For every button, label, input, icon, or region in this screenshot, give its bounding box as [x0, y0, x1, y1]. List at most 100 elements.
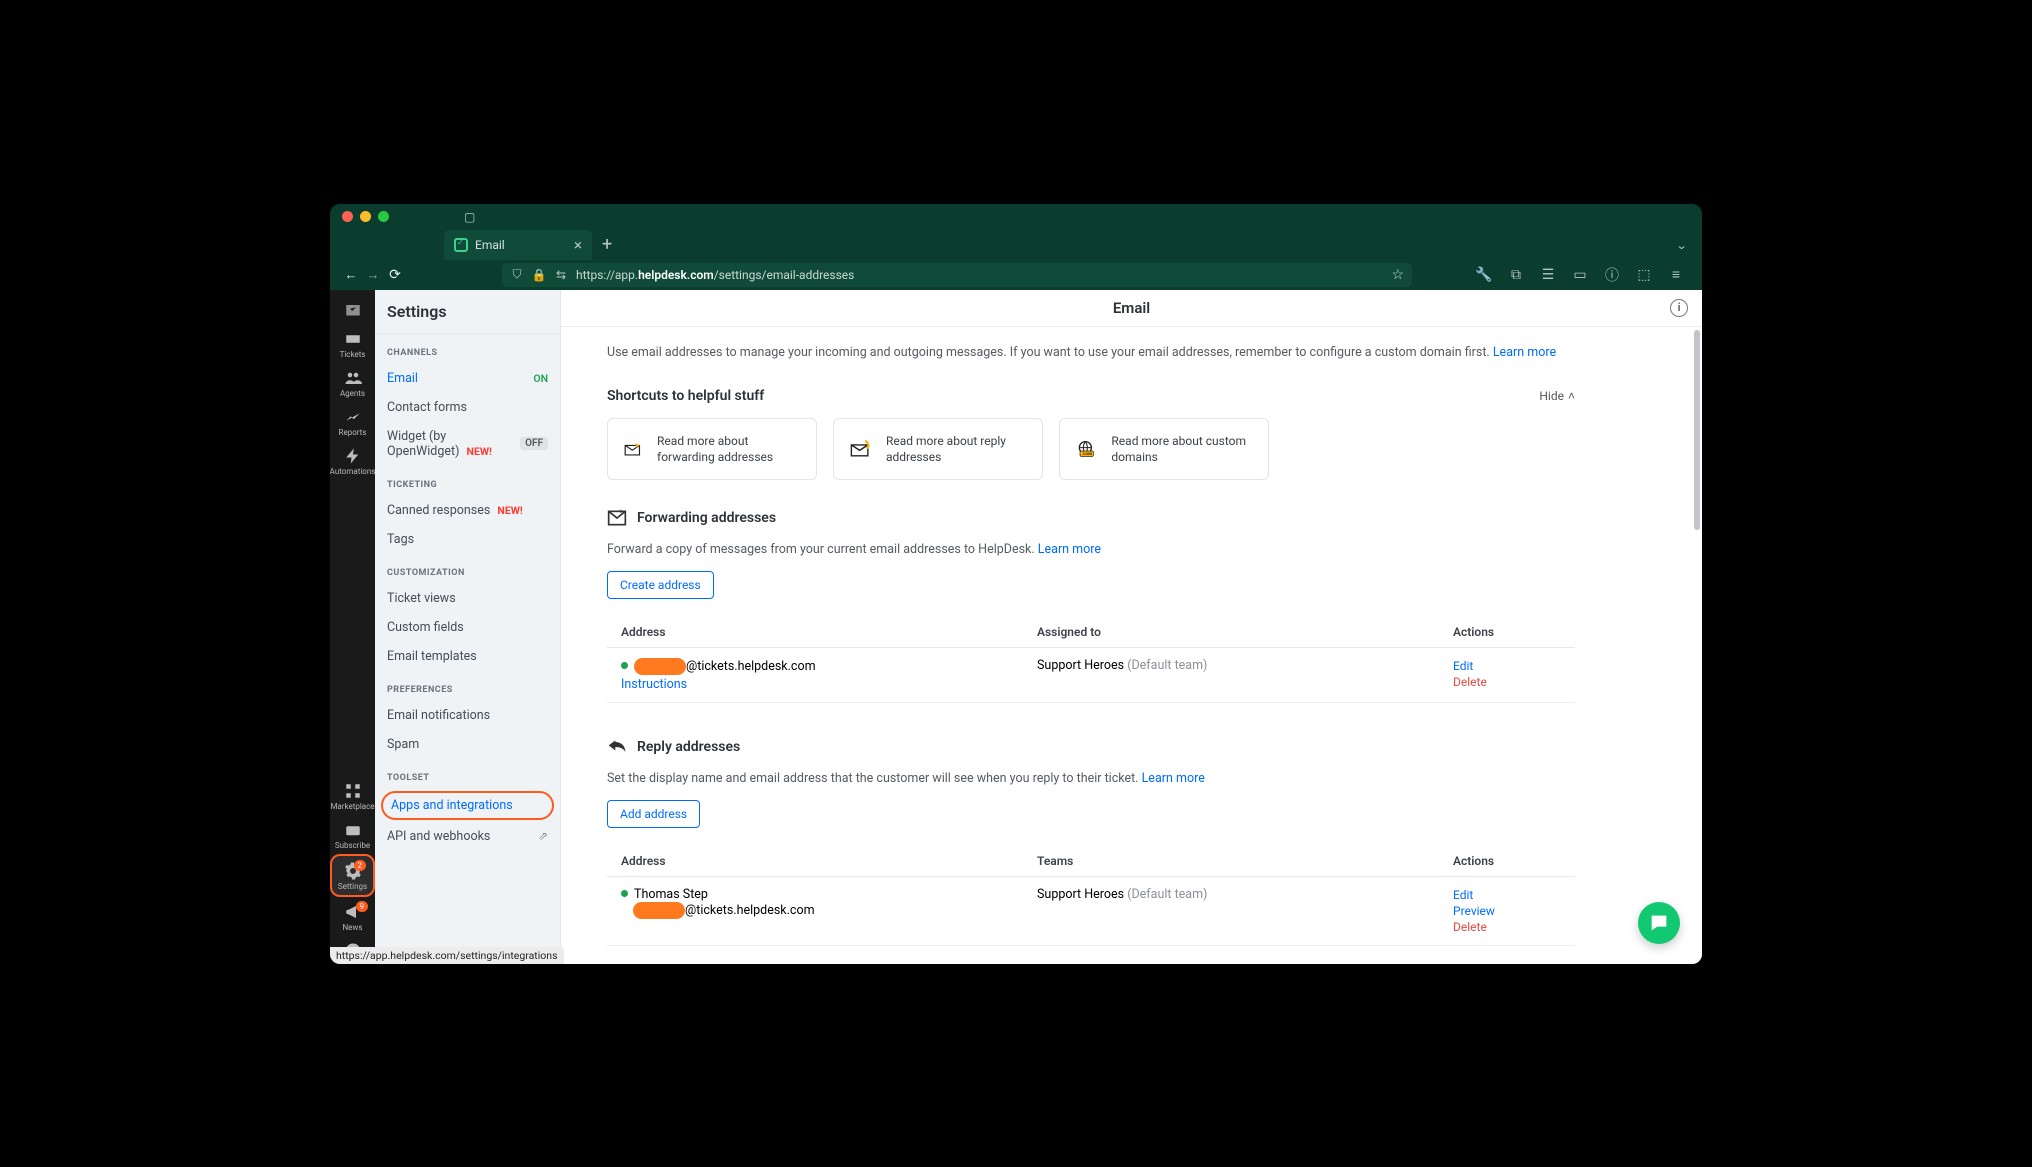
instructions-link[interactable]: Instructions	[621, 677, 1037, 692]
rail-item-settings[interactable]: 2Settings	[330, 854, 375, 897]
forwarding-table: Address Assigned to Actions @tickets.hel…	[607, 617, 1575, 703]
reader-icon[interactable]: ▭	[1572, 267, 1588, 283]
forwarding-icon	[624, 437, 643, 461]
forwarding-section-icon	[607, 508, 627, 528]
tabs-dropdown-icon[interactable]: ⌄	[1675, 239, 1687, 252]
table-head: Address Assigned to Actions	[607, 617, 1575, 648]
table-head: Address Teams Actions	[607, 846, 1575, 877]
tracking-shield-icon[interactable]: ⛉	[510, 267, 524, 282]
external-link-icon: ⇗	[538, 829, 548, 843]
preview-link[interactable]: Preview	[1453, 903, 1495, 919]
sidebar-item-ticket-views[interactable]: Ticket views	[375, 584, 560, 613]
reply-title: Reply addresses	[607, 737, 1575, 757]
sidebar-item-email-notifications[interactable]: Email notifications	[375, 701, 560, 730]
card-forwarding[interactable]: Read more about forwarding addresses	[607, 418, 817, 480]
rail-item-tickets[interactable]: Tickets	[330, 324, 375, 363]
helpdesk-favicon-icon	[454, 238, 468, 252]
content-area: Email i Use email addresses to manage yo…	[561, 290, 1702, 964]
section-label-preferences: PREFERENCES	[375, 671, 560, 701]
menu-icon[interactable]: ≡	[1668, 267, 1684, 283]
hide-toggle[interactable]: Hide ˄	[1539, 389, 1575, 403]
section-label-channels: CHANNELS	[375, 334, 560, 364]
tab-title: Email	[475, 238, 505, 252]
sidebar-item-email-templates[interactable]: Email templates	[375, 642, 560, 671]
sidebar-item-tags[interactable]: Tags	[375, 525, 560, 554]
create-address-button[interactable]: Create address	[607, 571, 714, 599]
chat-icon	[1648, 912, 1670, 934]
delete-link[interactable]: Delete	[1453, 674, 1487, 690]
window-zoom-button[interactable]	[378, 211, 389, 222]
add-address-button[interactable]: Add address	[607, 800, 700, 828]
settings-header: Settings	[375, 290, 560, 334]
nav-back-button[interactable]: ←	[340, 267, 362, 283]
reply-section-icon	[607, 737, 627, 757]
window-close-button[interactable]	[342, 211, 353, 222]
reply-icon	[850, 437, 872, 461]
rail-item-agents[interactable]: Agents	[330, 363, 375, 402]
rail-item-automations[interactable]: Automations	[330, 441, 375, 480]
status-dot-icon	[621, 890, 628, 897]
info-icon[interactable]: i	[1670, 299, 1688, 317]
sidebar-item-apps-integrations[interactable]: Apps and integrations	[381, 791, 554, 820]
table-row[interactable]: @tickets.helpdesk.com Instructions Suppo…	[607, 648, 1575, 702]
sidebar-item-custom-fields[interactable]: Custom fields	[375, 613, 560, 642]
page-title: Email	[1113, 299, 1150, 317]
section-label-toolset: TOOLSET	[375, 759, 560, 789]
card-reply[interactable]: Read more about reply addresses	[833, 418, 1043, 480]
learn-more-link[interactable]: Learn more	[1493, 345, 1556, 360]
rail-item-subscribe[interactable]: Subscribe	[330, 815, 375, 854]
settings-badge: 2	[354, 860, 367, 871]
lock-icon[interactable]: 🔒	[532, 268, 546, 282]
edit-link[interactable]: Edit	[1453, 887, 1473, 903]
nav-reload-button[interactable]: ⟳	[384, 267, 406, 283]
extensions-icon[interactable]: ⬚	[1636, 267, 1652, 283]
section-label-ticketing: TICKETING	[375, 466, 560, 496]
table-row[interactable]: Thomas Step @tickets.helpdesk.com Suppor…	[607, 877, 1575, 946]
sidebar-item-contact-forms[interactable]: Contact forms	[375, 393, 560, 422]
learn-more-link[interactable]: Learn more	[1142, 771, 1205, 786]
content-scrollbar[interactable]	[1694, 330, 1700, 958]
intro-text: Use email addresses to manage your incom…	[607, 345, 1575, 360]
status-dot-icon	[621, 662, 628, 669]
edit-link[interactable]: Edit	[1453, 658, 1473, 674]
permissions-icon[interactable]: ⇆	[554, 268, 568, 282]
rail-logo[interactable]	[330, 296, 375, 324]
toolbar: ← → ⟳ ⛉ 🔒 ⇆ https://app.helpdesk.com/set…	[330, 260, 1702, 290]
window-minimize-button[interactable]	[360, 211, 371, 222]
sidebar-item-spam[interactable]: Spam	[375, 730, 560, 759]
sidebar-item-canned[interactable]: Canned responses NEW!	[375, 496, 560, 525]
nav-forward-button[interactable]: →	[362, 267, 384, 283]
browser-window: ▢ ⌄ Email × + ← → ⟳ ⛉ 🔒 ⇆ https://app.he…	[330, 204, 1702, 964]
shortcuts-title-row: Shortcuts to helpful stuff Hide ˄	[607, 388, 1575, 404]
pocket-icon[interactable]: ⧉	[1508, 267, 1524, 283]
rail-item-news[interactable]: 9News	[330, 897, 375, 936]
settings-sidebar: Settings CHANNELS EmailON Contact forms …	[375, 290, 561, 964]
delete-link[interactable]: Delete	[1453, 919, 1487, 935]
shortcut-cards: Read more about forwarding addresses Rea…	[607, 418, 1575, 480]
tool-icon[interactable]: 🔧	[1476, 267, 1492, 283]
tab-bar: Email × +	[330, 230, 1702, 260]
bookmark-star-icon[interactable]: ☆	[1391, 267, 1404, 283]
shortcuts-title: Shortcuts to helpful stuff	[607, 388, 764, 404]
redacted-text	[633, 902, 685, 919]
news-badge: 9	[356, 901, 369, 912]
account-icon[interactable]: ⓘ	[1604, 267, 1620, 283]
url-text: https://app.helpdesk.com/settings/email-…	[576, 268, 854, 282]
sidebar-item-email[interactable]: EmailON	[375, 364, 560, 393]
new-tab-button[interactable]: +	[592, 230, 622, 260]
toolbar-right-icons: 🔧 ⧉ ☰ ▭ ⓘ ⬚ ≡	[1476, 267, 1692, 283]
browser-tab[interactable]: Email ×	[444, 230, 592, 260]
learn-more-link[interactable]: Learn more	[1038, 542, 1101, 557]
sidebar-item-widget[interactable]: Widget (by OpenWidget) NEW!OFF	[375, 422, 560, 466]
sidebar-toggle-icon[interactable]: ▢	[464, 210, 475, 224]
status-on-badge: ON	[533, 372, 548, 385]
tab-close-icon[interactable]: ×	[574, 236, 582, 254]
address-bar[interactable]: ⛉ 🔒 ⇆ https://app.helpdesk.com/settings/…	[502, 263, 1412, 287]
sidebar-item-api-webhooks[interactable]: API and webhooks⇗	[375, 822, 560, 851]
domain-icon: .COM	[1076, 437, 1097, 461]
rail-item-marketplace[interactable]: Marketplace	[330, 776, 375, 815]
card-domains[interactable]: .COM Read more about custom domains	[1059, 418, 1269, 480]
chat-fab[interactable]	[1638, 902, 1680, 944]
library-icon[interactable]: ☰	[1540, 267, 1556, 283]
rail-item-reports[interactable]: Reports	[330, 402, 375, 441]
